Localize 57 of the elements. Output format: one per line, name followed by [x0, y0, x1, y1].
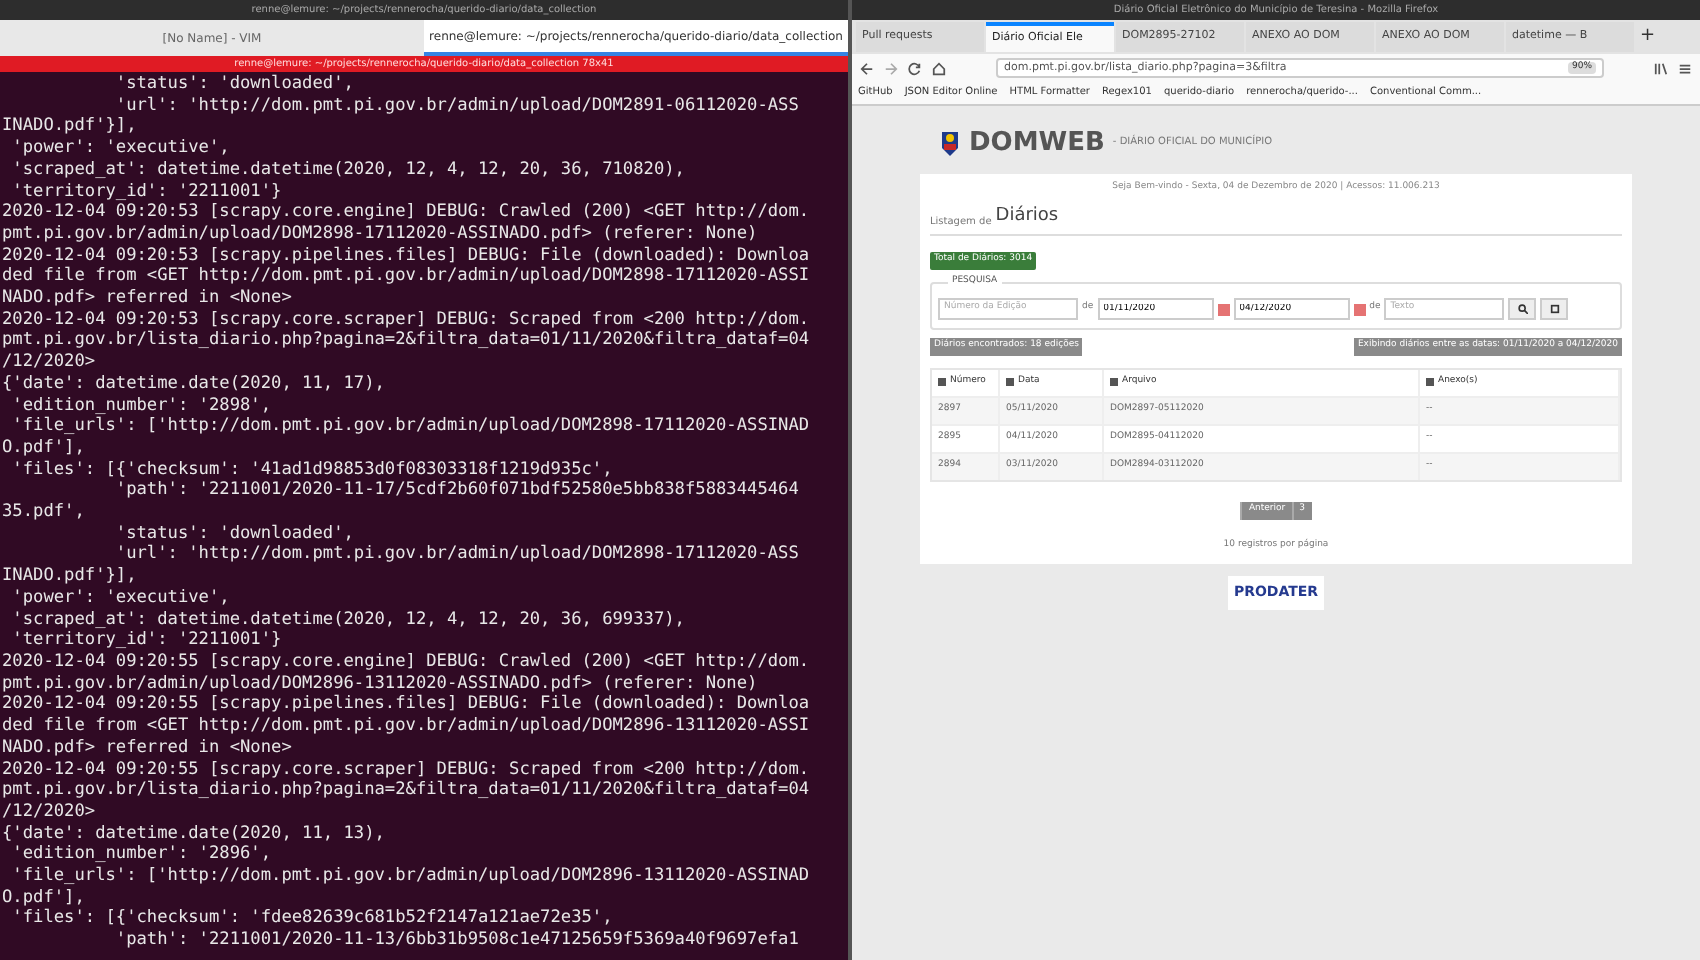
- menu-icon[interactable]: [1678, 61, 1692, 75]
- terminal-line: O.pdf'],: [2, 887, 85, 908]
- terminal-line: NADO.pdf> referred in <None>: [2, 288, 292, 310]
- terminal-line: {'date': datetime.date(2020, 11, 13),: [2, 823, 385, 845]
- terminal-line: 'territory_id': '2211001'}: [10, 181, 282, 203]
- column-icon: [1006, 378, 1014, 387]
- column-icon: [1110, 378, 1118, 387]
- terminal-line: 'url': 'http://dom.pmt.pi.gov.br/admin/upload/DOM2891-06112020-ASS: [113, 95, 799, 117]
- terminal-line: 'edition_number': '2896',: [10, 844, 272, 866]
- terminal-line: 2020-12-04 09:20:53 [scrapy.core.engine] DEBUG: Crawled (200) <GET http://dom.: [2, 202, 810, 224]
- terminal-line: 2020-12-04 09:20:55 [scrapy.pipelines.files] DEBUG: File (downloaded): Downloa: [2, 694, 810, 716]
- terminal-line: INADO.pdf'}],: [2, 116, 137, 139]
- terminal-line: pmt.pi.gov.br/lista_diario.php?pagina=2&filtra_data=01/11/2020&filtra_dataf=04: [2, 780, 810, 802]
- column-icon: [1426, 378, 1434, 387]
- terminal-line: 'power': 'executive',: [10, 587, 230, 610]
- terminal-line: O.pdf'],: [2, 437, 85, 460]
- terminal-line: 'files': [{'checksum': '41ad1d98853d0f08303318f1219d935c',: [10, 459, 613, 481]
- terminal-line: 'file_urls': ['http://dom.pmt.pi.gov.br/admin/upload/DOM2898-17112020-ASSINAD: [10, 416, 810, 438]
- terminal-line: 2020-12-04 09:20:55 [scrapy.core.scraper] DEBUG: Scraped from <200 http://dom.: [2, 759, 810, 780]
- search-icon: [1517, 304, 1528, 314]
- library-icon[interactable]: [1654, 61, 1668, 75]
- terminal-line: NADO.pdf> referred in <None>: [2, 737, 292, 759]
- terminal-line: 'path': '2211001/2020-11-13/6bb31b9508c1e47125659f5369a40f9697efa1: [113, 930, 799, 952]
- terminal-line: 'file_urls': ['http://dom.pmt.pi.gov.br/admin/upload/DOM2896-13112020-ASSINAD: [10, 866, 810, 888]
- brand-name: DOMWEB: [969, 126, 1105, 163]
- reload-icon[interactable]: [908, 61, 922, 75]
- terminal-line: ded file from <GET http://dom.pmt.pi.gov.br/admin/upload/DOM2898-17112020-ASSI: [2, 266, 810, 289]
- terminal-line: 'power': 'executive',: [10, 138, 230, 160]
- terminal-line: 'files': [{'checksum': 'fdee82639c681b52f2147a121ae72e35',: [10, 908, 613, 931]
- terminal-line: {'date': datetime.date(2020, 11, 17),: [2, 373, 385, 396]
- terminal-line: /12/2020>: [2, 801, 96, 824]
- clear-button[interactable]: [1540, 298, 1569, 320]
- terminal-line: pmt.pi.gov.br/admin/upload/DOM2896-13112020-ASSINADO.pdf> (referer: None): [2, 673, 758, 694]
- terminal-line: 'url': 'http://dom.pmt.pi.gov.br/admin/upload/DOM2898-17112020-ASS: [113, 544, 799, 567]
- terminal-line: 'scraped_at': datetime.datetime(2020, 12, 4, 12, 20, 36, 699337),: [10, 609, 685, 631]
- terminal-line: 'status': 'downloaded',: [113, 74, 354, 96]
- coat-of-arms-icon: [937, 128, 961, 160]
- terminal-line: 2020-12-04 09:20:55 [scrapy.core.engine] DEBUG: Crawled (200) <GET http://dom.: [2, 651, 810, 674]
- column-icon: [938, 378, 946, 387]
- terminal-line: INADO.pdf'}],: [2, 566, 137, 588]
- terminal-line: 2020-12-04 09:20:53 [scrapy.core.scraper] DEBUG: Scraped from <200 http://dom.: [2, 309, 810, 330]
- terminal-line: 35.pdf',: [2, 502, 85, 524]
- terminal-line: 'status': 'downloaded',: [113, 523, 354, 544]
- terminal-line: pmt.pi.gov.br/lista_diario.php?pagina=2&filtra_data=01/11/2020&filtra_dataf=04: [2, 330, 810, 353]
- terminal-line: 'territory_id': '2211001'}: [10, 630, 282, 652]
- new-tab-button[interactable]: +: [1640, 23, 1656, 51]
- home-icon[interactable]: [932, 61, 946, 75]
- terminal-line: 'scraped_at': datetime.datetime(2020, 12, 4, 12, 20, 36, 710820),: [10, 159, 685, 182]
- terminal-line: 'path': '2211001/2020-11-17/5cdf2b60f071bdf52580e5bb838f5883445464: [113, 480, 799, 503]
- terminal-line: /12/2020>: [2, 352, 96, 374]
- terminal-line: 2020-12-04 09:20:53 [scrapy.pipelines.files] DEBUG: File (downloaded): Downloa: [2, 245, 810, 266]
- terminal-line: 'edition_number': '2898',: [10, 395, 272, 416]
- terminal-line: pmt.pi.gov.br/admin/upload/DOM2898-17112020-ASSINADO.pdf> (referer: None): [2, 223, 758, 246]
- terminal-line: ded file from <GET http://dom.pmt.pi.gov.br/admin/upload/DOM2896-13112020-ASSI: [2, 716, 810, 738]
- search-button[interactable]: [1508, 298, 1537, 320]
- page-heading: Diários: [995, 203, 1059, 230]
- back-icon[interactable]: [860, 61, 874, 75]
